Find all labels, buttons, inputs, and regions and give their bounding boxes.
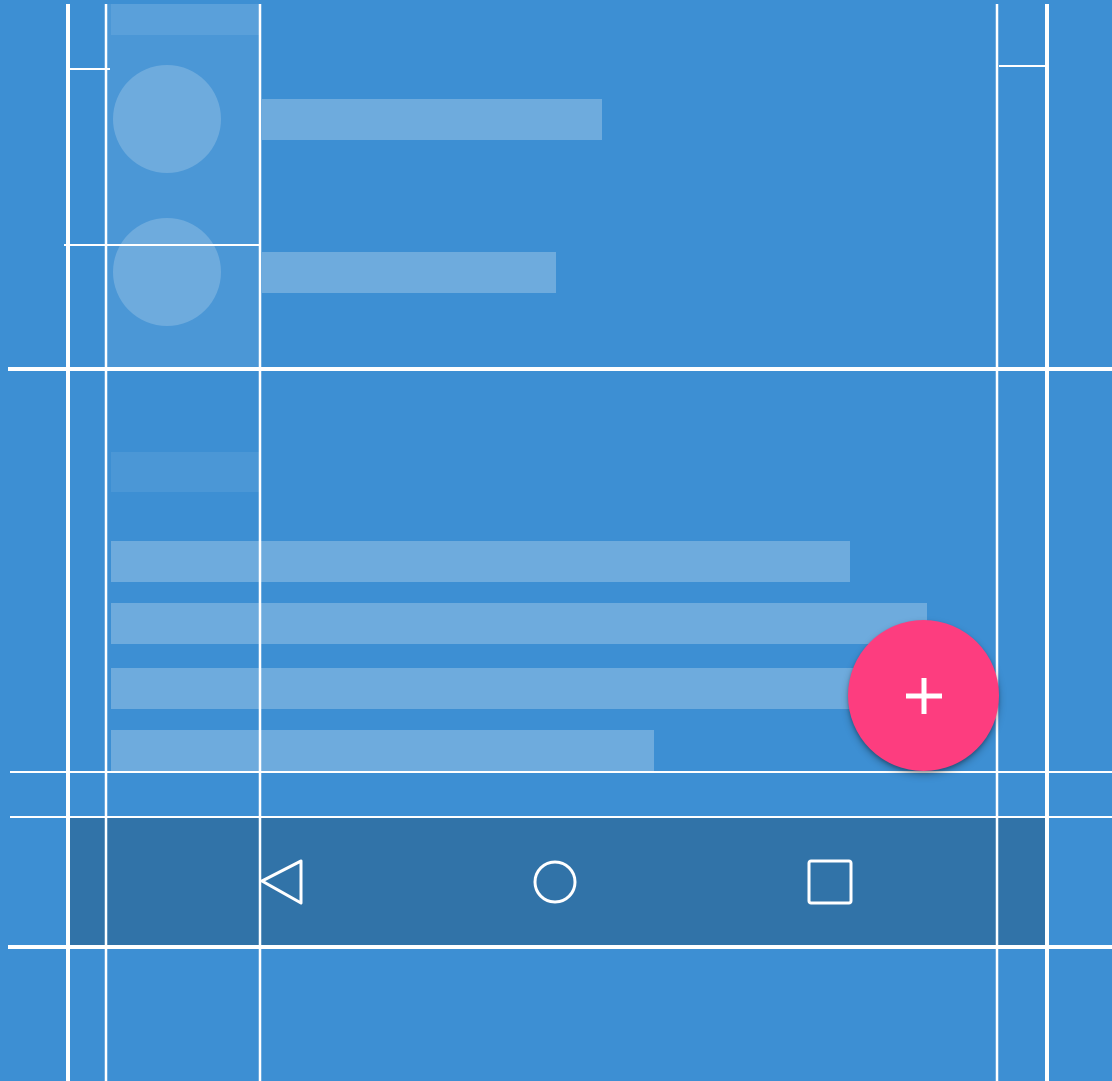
list-text-placeholder-1: [262, 99, 602, 140]
floating-action-button[interactable]: [848, 620, 999, 771]
navigation-bar: [68, 817, 1046, 947]
diagram-canvas: [0, 0, 1112, 1081]
avatar-placeholder-1: [113, 65, 221, 173]
plus-icon: [905, 677, 942, 714]
layout-grid-diagram: [0, 0, 1112, 1081]
avatar-placeholder-2: [113, 218, 221, 326]
subheader-placeholder-top: [111, 4, 259, 35]
body-text-placeholder-2: [111, 603, 927, 644]
body-text-placeholder-3: [111, 668, 856, 709]
body-text-placeholder-4: [111, 730, 654, 771]
list-text-placeholder-2: [262, 252, 556, 293]
subheader-placeholder-bottom: [111, 452, 259, 492]
body-text-placeholder-1: [111, 541, 850, 582]
